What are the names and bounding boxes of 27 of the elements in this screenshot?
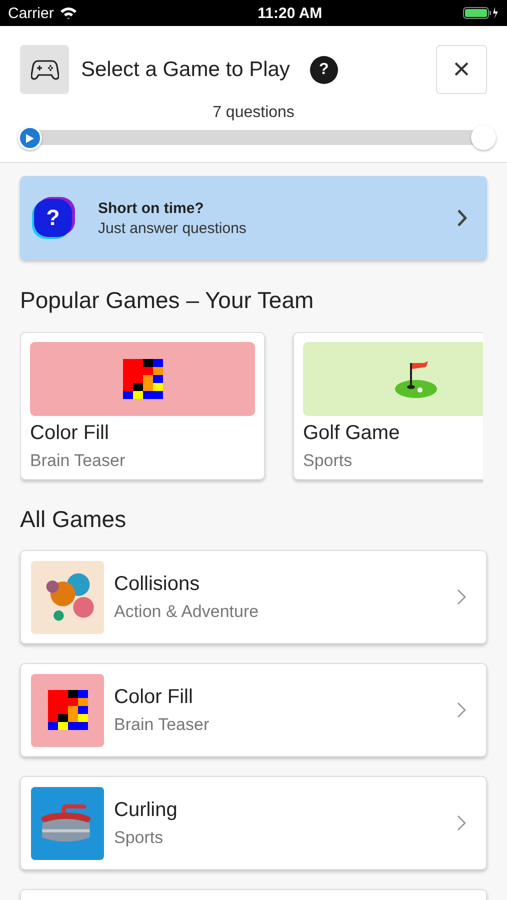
quick-mode-banner[interactable]: ? Short on time? Just answer questions xyxy=(20,176,487,260)
question-badge: ? xyxy=(34,199,72,237)
carrier-label: Carrier xyxy=(8,4,54,22)
help-button[interactable]: ? xyxy=(310,56,338,84)
game-card[interactable]: Golf Game Sports xyxy=(293,332,483,480)
game-category: Sports xyxy=(114,828,164,848)
close-button[interactable]: × xyxy=(436,45,487,94)
game-card[interactable]: Color Fill Brain Teaser xyxy=(20,332,265,480)
question-count: 7 questions xyxy=(212,104,296,122)
game-category: Brain Teaser xyxy=(114,714,210,734)
game-category: Action & Adventure xyxy=(114,602,259,622)
game-name: Color Fill xyxy=(30,422,110,445)
banner-subtitle: Just answer questions xyxy=(98,220,246,236)
game-list-item[interactable]: Color Fill Brain Teaser xyxy=(20,663,487,757)
game-category: Sports xyxy=(303,451,354,471)
clock: 11:20 AM xyxy=(258,4,322,22)
section-heading: Popular Games – Your Team xyxy=(20,287,315,314)
game-name: Collisions xyxy=(114,572,201,596)
game-category: Brain Teaser xyxy=(30,451,126,471)
page-title: Select a Game to Play xyxy=(81,58,290,82)
section-heading: All Games xyxy=(20,506,128,533)
game-list-item[interactable]: Collisions Action & Adventure xyxy=(20,550,487,644)
game-name: Golf Game xyxy=(303,422,401,445)
game-name: Curling xyxy=(114,798,178,822)
game-name: Color Fill xyxy=(114,686,194,708)
banner-title: Short on time? xyxy=(98,200,205,216)
game-list-item[interactable]: Curling Sports xyxy=(20,776,487,870)
